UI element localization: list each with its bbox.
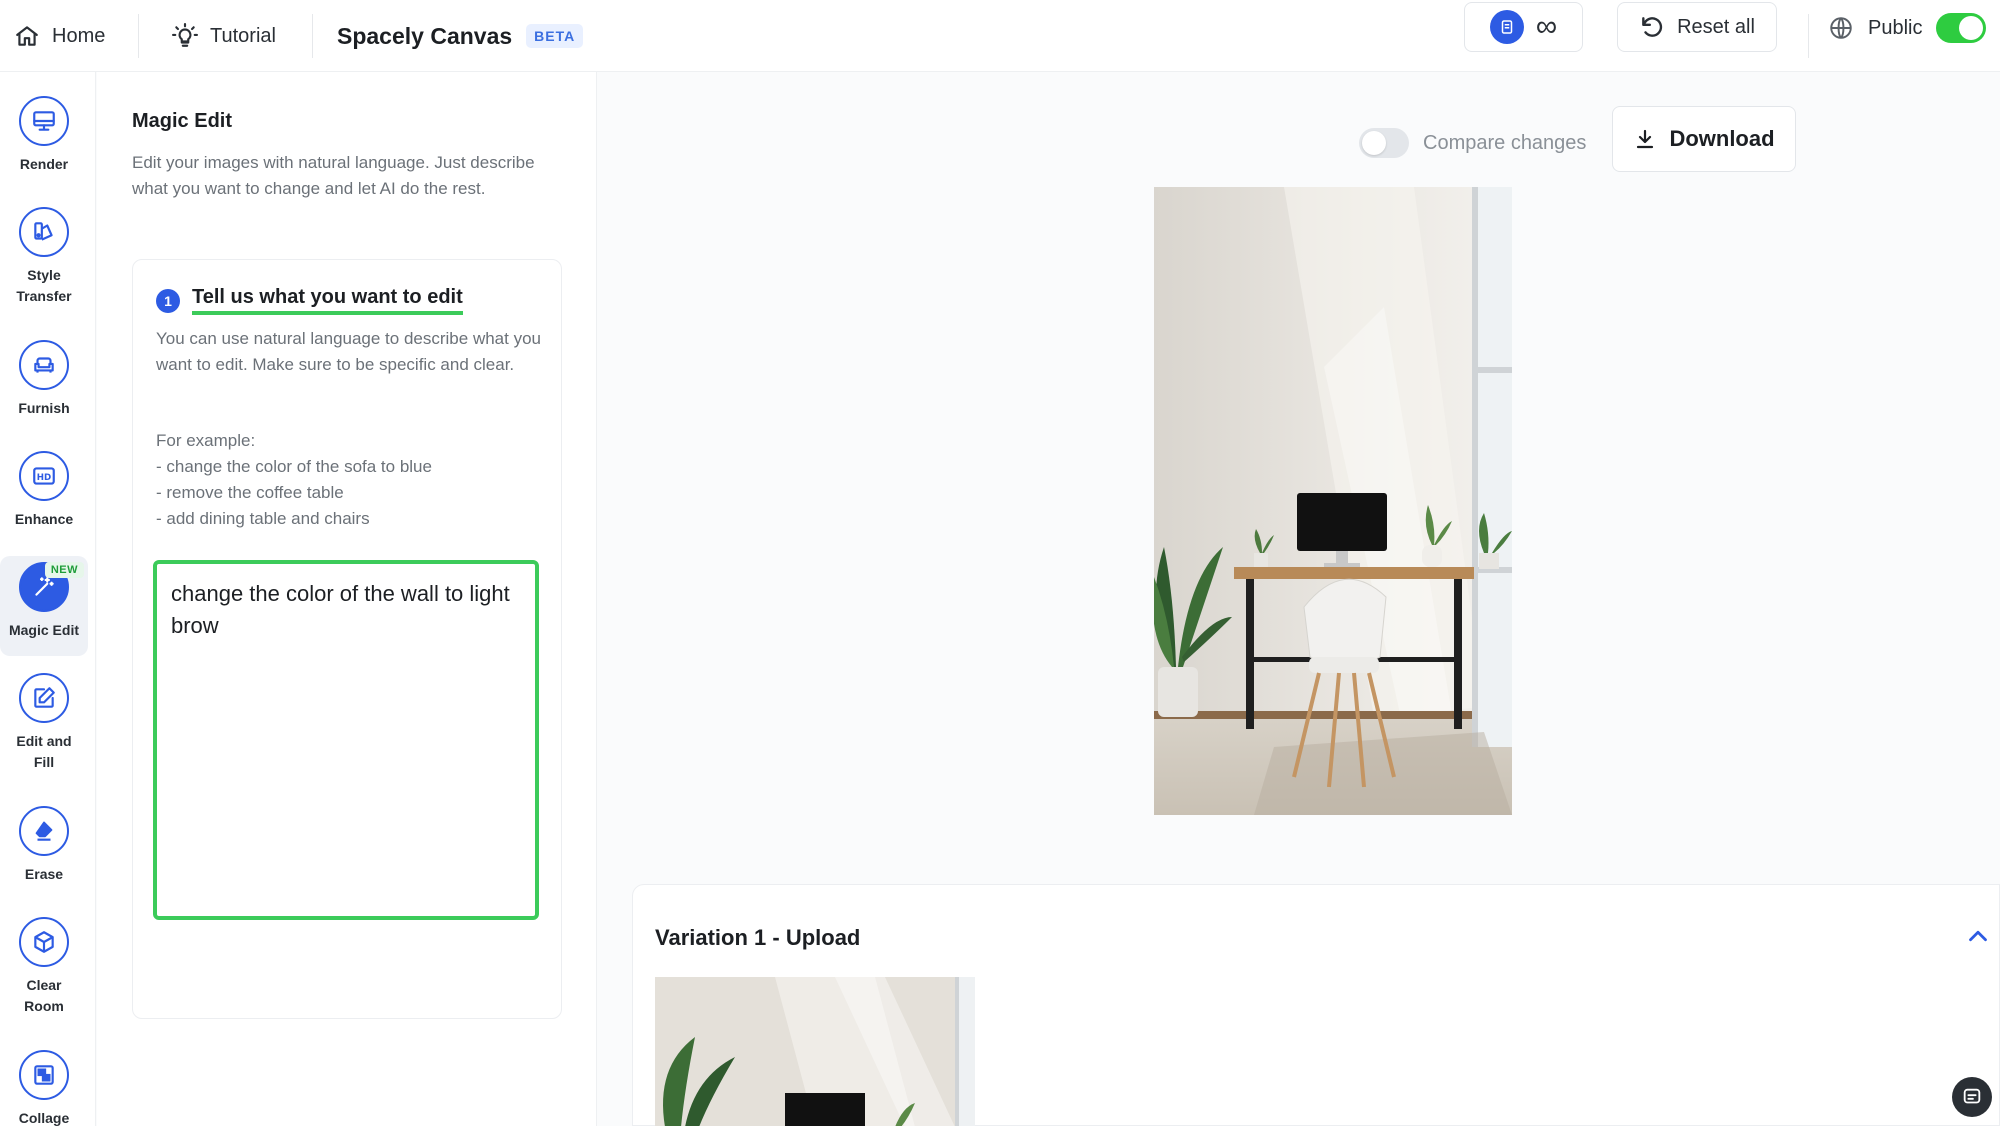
download-icon	[1637, 129, 1654, 149]
top-bar: Home Tutorial Spacely Canvas BETA ∞ Rese…	[0, 0, 2000, 72]
example-item: - remove the coffee table	[156, 483, 344, 502]
clear-room-icon-circle	[19, 917, 69, 967]
credit-coin-icon	[1489, 10, 1524, 44]
monitor-icon	[33, 111, 55, 131]
public-label: Public	[1868, 16, 1923, 39]
chat-icon	[1963, 1088, 1981, 1104]
main-canvas: Compare changes Download Variation 1 - U…	[598, 72, 2000, 1126]
collage-icon-circle	[19, 1050, 69, 1100]
beta-badge: BETA	[526, 24, 584, 48]
home-link[interactable]: Home	[14, 12, 105, 60]
tool-label: Furnish	[18, 400, 70, 416]
step-title: Tell us what you want to edit	[192, 286, 463, 315]
variations-section: Variation 1 - Upload	[632, 884, 2000, 1126]
variation-thumbnail[interactable]	[655, 977, 975, 1126]
app-title: Spacely Canvas BETA	[337, 12, 584, 60]
enhance-icon-circle: HD	[19, 451, 69, 501]
undo-icon	[1642, 17, 1663, 37]
tool-label: Render	[19, 156, 69, 172]
hd-icon: HD	[33, 467, 55, 485]
compare-changes-toggle[interactable]	[1359, 128, 1409, 158]
chat-support-button[interactable]	[1952, 1077, 1992, 1117]
examples-list: For example: - change the color of the s…	[156, 428, 546, 532]
panel-title: Magic Edit	[132, 110, 233, 132]
download-button[interactable]: Download	[1612, 106, 1796, 172]
panel-description: Edit your images with natural language. …	[132, 153, 535, 198]
tool-style-transfer[interactable]: Style Transfer	[0, 207, 88, 307]
furnish-icon-circle	[19, 340, 69, 390]
tutorial-link[interactable]: Tutorial	[172, 12, 276, 60]
room-illustration	[1154, 187, 1512, 815]
tool-label: Enhance	[14, 511, 74, 527]
divider	[1808, 14, 1809, 58]
cube-icon	[34, 931, 54, 953]
sofa-icon	[34, 357, 54, 373]
reset-all-button[interactable]: Reset all	[1617, 2, 1777, 52]
style-transfer-icon-circle	[19, 207, 69, 257]
tool-clear-room[interactable]: Clear Room	[0, 917, 88, 1017]
step-header: 1 Tell us what you want to edit	[156, 286, 463, 315]
examples-heading: For example:	[156, 431, 256, 450]
tool-label: Erase	[24, 866, 64, 882]
tool-rail: Render Style Transfer Furnish HD Enhance…	[0, 72, 96, 1126]
credits-count: ∞	[1535, 10, 1558, 43]
tool-magic-edit[interactable]: NEW Magic Edit	[0, 556, 88, 656]
divider	[138, 14, 139, 58]
public-toggle[interactable]	[1936, 13, 1987, 43]
eraser-icon	[35, 821, 53, 841]
tool-edit-and-fill[interactable]: Edit and Fill	[0, 673, 88, 773]
edit-fill-icon-circle	[19, 673, 69, 723]
render-icon-circle	[19, 96, 69, 146]
tool-erase[interactable]: Erase	[0, 806, 88, 885]
tool-furnish[interactable]: Furnish	[0, 340, 88, 419]
tool-enhance[interactable]: HD Enhance	[0, 451, 88, 530]
tool-render[interactable]: Render	[0, 96, 88, 175]
chevron-up-icon[interactable]	[1963, 921, 1993, 951]
compare-changes-control: Compare changes	[1359, 125, 1586, 161]
step-card: 1 Tell us what you want to edit You can …	[132, 259, 562, 1019]
tool-label: Style Transfer	[16, 267, 72, 304]
tool-label: Edit and Fill	[16, 733, 72, 770]
rendered-room-image[interactable]	[1154, 187, 1512, 815]
public-group: Public	[1828, 8, 1987, 48]
magic-edit-panel: Magic Edit Edit your images with natural…	[97, 72, 597, 1126]
app-name: Spacely Canvas	[337, 22, 513, 49]
tool-collage[interactable]: Collage	[0, 1050, 88, 1126]
download-label: Download	[1669, 126, 1775, 151]
credits-button[interactable]: ∞	[1464, 2, 1583, 52]
globe-icon	[1830, 17, 1852, 39]
pencil-edit-icon	[34, 687, 55, 708]
home-label: Home	[52, 24, 106, 47]
example-item: - add dining table and chairs	[156, 509, 370, 528]
variation-title: Variation 1 - Upload	[655, 925, 861, 950]
erase-icon-circle	[19, 806, 69, 856]
edit-prompt-input[interactable]: change the color of the wall to light br…	[153, 560, 539, 920]
tool-label: Clear Room	[24, 977, 64, 1014]
collage-icon	[34, 1065, 54, 1085]
tool-label: Collage	[18, 1110, 70, 1126]
new-badge: NEW	[44, 562, 84, 578]
svg-text:HD: HD	[37, 473, 51, 483]
divider	[312, 14, 313, 58]
compare-changes-label: Compare changes	[1423, 131, 1587, 154]
lightbulb-icon	[172, 23, 198, 47]
step-instructions: You can use natural language to describe…	[156, 329, 541, 374]
home-icon	[16, 26, 38, 46]
thumbnail-illustration	[655, 977, 975, 1126]
palette-icon	[34, 222, 53, 241]
reset-all-label: Reset all	[1677, 15, 1755, 38]
tutorial-label: Tutorial	[210, 24, 276, 47]
tool-label: Magic Edit	[8, 622, 79, 638]
step-number: 1	[156, 288, 180, 313]
example-item: - change the color of the sofa to blue	[156, 457, 432, 476]
